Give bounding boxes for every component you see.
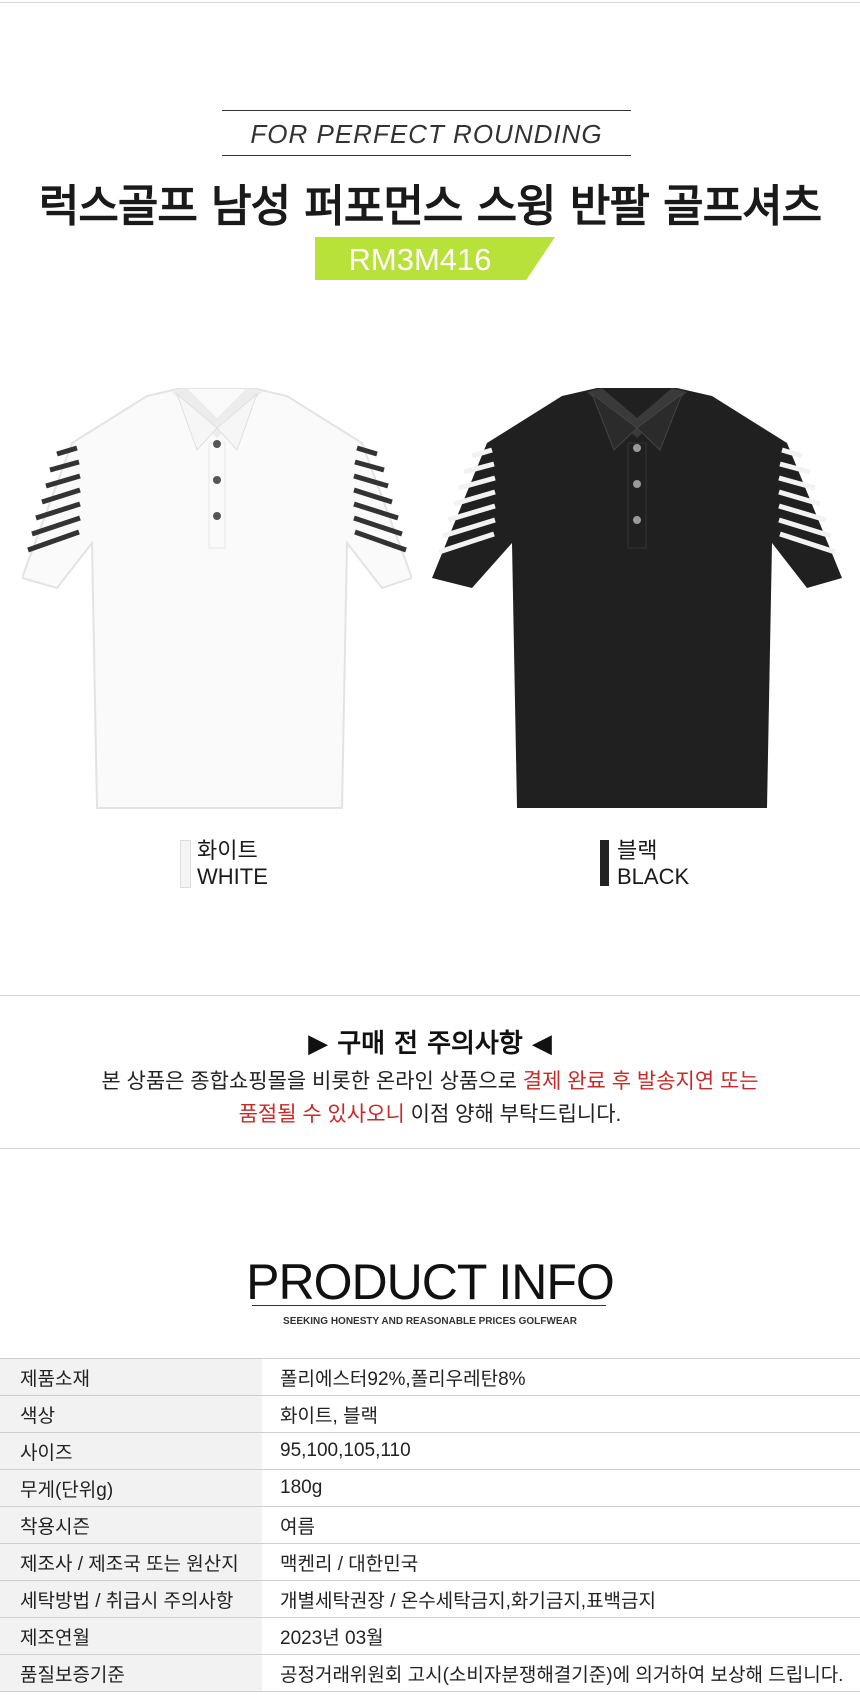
info-label: 품질보증기준 — [0, 1654, 262, 1692]
color-name-kr: 화이트 — [197, 838, 258, 863]
notice-top-divider — [0, 995, 860, 996]
info-label: 무게(단위g) — [0, 1469, 262, 1507]
table-row: 제조연월 2023년 03월 — [0, 1617, 860, 1655]
color-name-kr: 블랙 — [617, 838, 658, 863]
info-label: 착용시즌 — [0, 1506, 262, 1544]
table-row: 무게(단위g) 180g — [0, 1469, 860, 1507]
model-code: RM3M416 — [348, 242, 492, 277]
table-row: 제품소재 폴리에스터92%,폴리우레탄8% — [0, 1358, 860, 1396]
color-name-en: WHITE — [197, 864, 268, 889]
info-value: 폴리에스터92%,폴리우레탄8% — [262, 1358, 860, 1396]
info-value: 95,100,105,110 — [262, 1432, 860, 1470]
table-row: 사이즈 95,100,105,110 — [0, 1432, 860, 1470]
info-value: 여름 — [262, 1506, 860, 1544]
info-label: 제조연월 — [0, 1617, 262, 1655]
top-divider — [0, 2, 860, 3]
black-swatch — [600, 840, 609, 886]
notice-line-2: 품절될 수 있사오니 이점 양해 부탁드립니다. — [238, 1103, 622, 1126]
table-row: 색상 화이트, 블랙 — [0, 1395, 860, 1433]
table-row: 착용시즌 여름 — [0, 1506, 860, 1544]
black-shirt-image — [432, 388, 842, 813]
notice-line-1: 본 상품은 종합쇼핑몰을 비롯한 온라인 상품으로 결제 완료 후 발송지연 또… — [101, 1070, 759, 1093]
info-label: 색상 — [0, 1395, 262, 1433]
product-info-table: 제품소재 폴리에스터92%,폴리우레탄8% 색상 화이트, 블랙 사이즈 95,100,1… — [0, 1358, 860, 1692]
tagline: FOR PERFECT ROUNDING — [250, 119, 603, 149]
info-label: 제품소재 — [0, 1358, 262, 1396]
white-shirt-image — [22, 388, 412, 813]
info-label: 제조사 / 제조국 또는 원산지 — [0, 1543, 262, 1581]
table-row: 품질보증기준 공정거래위원회 고시(소비자분쟁해결기준)에 의거하여 보상해 드립… — [0, 1654, 860, 1692]
info-value: 화이트, 블랙 — [262, 1395, 860, 1433]
white-swatch — [180, 840, 191, 888]
info-label: 사이즈 — [0, 1432, 262, 1470]
info-value: 맥켄리 / 대한민국 — [262, 1543, 860, 1581]
table-row: 세탁방법 / 취급시 주의사항 개별세탁권장 / 온수세탁금지,화기금지,표백금지 — [0, 1580, 860, 1618]
table-row: 제조사 / 제조국 또는 원산지 맥켄리 / 대한민국 — [0, 1543, 860, 1581]
info-label: 세탁방법 / 취급시 주의사항 — [0, 1580, 262, 1618]
product-info-underline — [252, 1305, 606, 1306]
tagline-frame: FOR PERFECT ROUNDING — [222, 110, 631, 156]
model-code-badge: RM3M416 — [315, 237, 555, 280]
product-info-subtitle: SEEKING HONESTY AND REASONABLE PRICES GO… — [283, 1316, 577, 1327]
notice-warning: 결제 완료 후 발송지연 또는 — [522, 1070, 759, 1093]
notice-bottom-divider — [0, 1148, 860, 1149]
info-value: 2023년 03월 — [262, 1617, 860, 1655]
info-value: 공정거래위원회 고시(소비자분쟁해결기준)에 의거하여 보상해 드립니다. — [262, 1654, 860, 1692]
info-value: 개별세탁권장 / 온수세탁금지,화기금지,표백금지 — [262, 1580, 860, 1618]
product-title: 럭스골프 남성 퍼포먼스 스윙 반팔 골프셔츠 — [38, 181, 822, 232]
info-value: 180g — [262, 1469, 860, 1507]
notice-title: ▶ 구매 전 주의사항 ◀ — [308, 1029, 552, 1059]
color-name-en: BLACK — [617, 864, 690, 889]
product-info-title: PRODUCT INFO — [246, 1254, 615, 1310]
notice-warning: 품절될 수 있사오니 — [238, 1103, 405, 1126]
